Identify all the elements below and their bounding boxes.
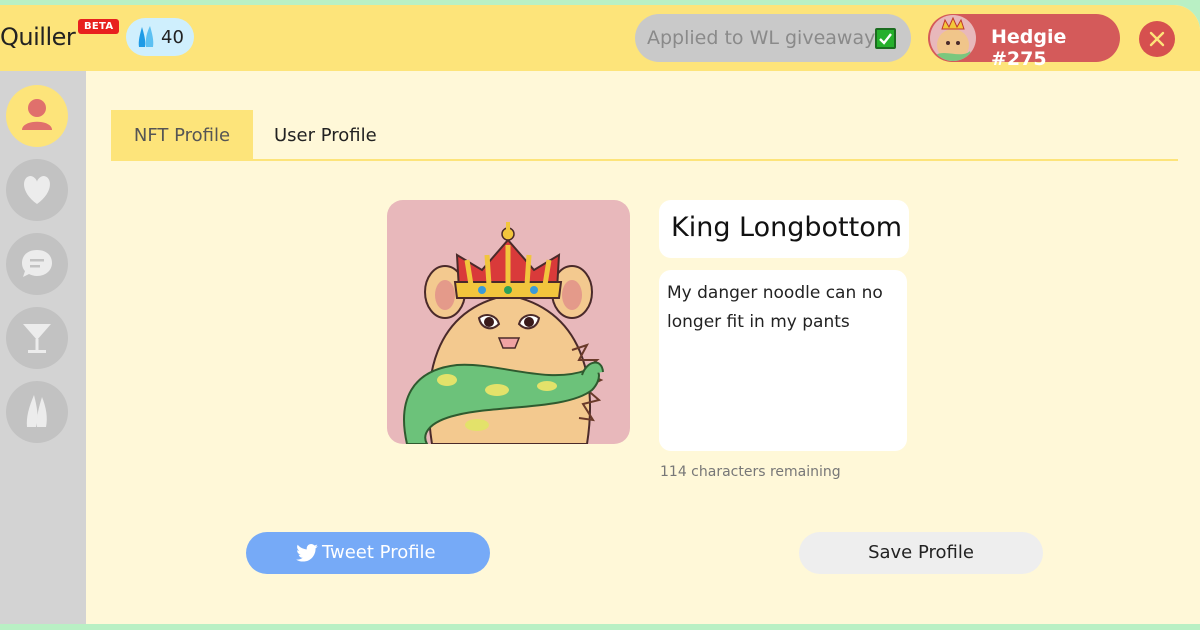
brand-logo[interactable]: Quiller <box>0 23 76 51</box>
user-name: Hedgie #275 <box>991 26 1067 70</box>
profile-tabs: NFT Profile User Profile <box>111 110 1178 161</box>
sidebar <box>0 71 86 624</box>
beta-badge: BETA <box>78 19 120 34</box>
user-account-pill[interactable]: Hedgie #275 <box>928 14 1120 70</box>
characters-remaining: 114 characters remaining <box>660 464 841 480</box>
nft-image <box>387 200 630 444</box>
tab-nft-profile[interactable]: NFT Profile <box>111 110 253 161</box>
tweet-profile-label: Tweet Profile <box>322 542 436 563</box>
drops-icon <box>138 26 154 47</box>
avatar <box>930 15 976 61</box>
sidebar-item-drinks[interactable] <box>6 307 68 369</box>
whitelist-status-text: Applied to WL giveaway <box>647 27 876 49</box>
app-frame: Quiller BETA 40 Applied to WL giveaway H… <box>0 5 1200 624</box>
twitter-icon <box>296 544 318 562</box>
top-bar: Quiller BETA 40 Applied to WL giveaway H… <box>0 5 1200 71</box>
profile-icon <box>22 99 52 130</box>
nft-name-input[interactable]: King Longbottom <box>659 200 909 258</box>
drops-icon <box>26 395 47 427</box>
heart-icon <box>24 176 50 204</box>
checkmark-icon <box>875 28 896 49</box>
cocktail-icon <box>23 324 51 353</box>
sidebar-item-profile[interactable] <box>6 85 68 147</box>
chat-icon <box>22 250 52 277</box>
close-icon <box>1149 31 1165 47</box>
whitelist-status-pill[interactable]: Applied to WL giveaway <box>635 14 911 62</box>
sidebar-item-messages[interactable] <box>6 233 68 295</box>
close-button[interactable] <box>1139 21 1175 57</box>
nft-name-value: King Longbottom <box>671 212 903 243</box>
sidebar-item-likes[interactable] <box>6 159 68 221</box>
drops-balance[interactable]: 40 <box>126 18 194 56</box>
save-profile-button[interactable]: Save Profile <box>799 532 1043 574</box>
tab-user-profile[interactable]: User Profile <box>274 110 377 161</box>
bio-textarea[interactable]: My danger noodle can no longer fit in my… <box>659 270 907 451</box>
drops-count: 40 <box>161 27 184 48</box>
sidebar-item-drops[interactable] <box>6 381 68 443</box>
tweet-profile-button[interactable]: Tweet Profile <box>246 532 490 574</box>
